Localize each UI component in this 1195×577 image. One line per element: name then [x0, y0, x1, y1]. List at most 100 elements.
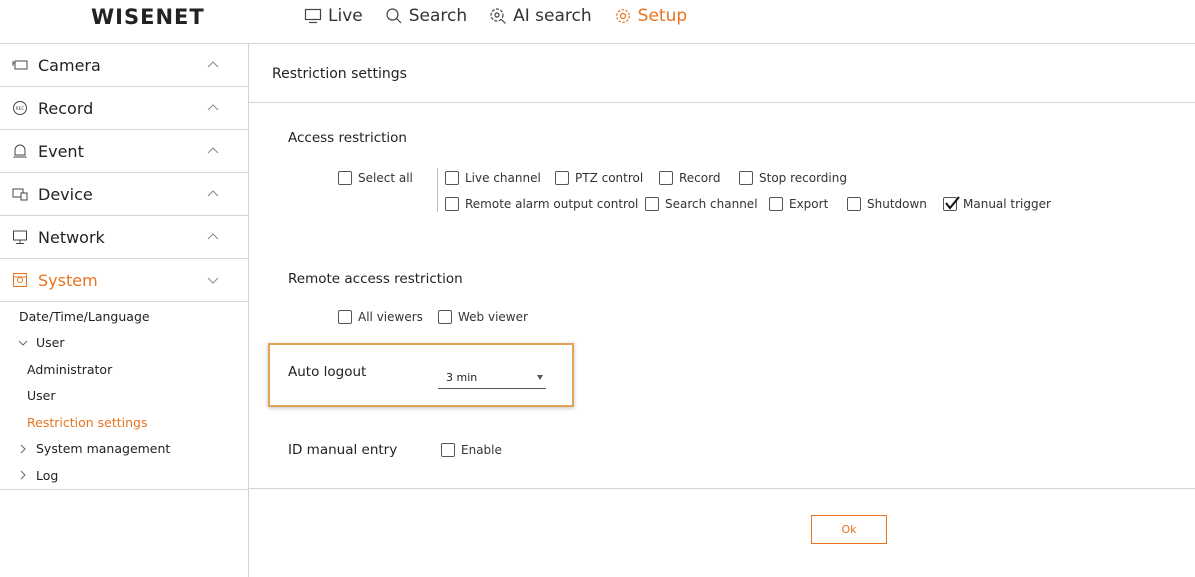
- auto-logout-value: 3 min: [446, 371, 478, 384]
- title-divider: [249, 102, 1195, 103]
- checkbox-box: [555, 171, 569, 185]
- checkbox-box: [338, 310, 352, 324]
- ptz-control-checkbox[interactable]: PTZ control: [555, 171, 643, 185]
- camera-icon: [12, 60, 28, 70]
- main-nav: Live Search AI search Setup: [304, 6, 687, 26]
- nav-search-label: Search: [408, 6, 468, 26]
- monitor-icon: [304, 8, 322, 24]
- checkbox-box: [445, 171, 459, 185]
- sidebar-item-camera[interactable]: Camera: [0, 44, 248, 87]
- sidebar-item-label: Device: [38, 184, 93, 204]
- search-channel-checkbox[interactable]: Search channel: [645, 197, 758, 211]
- sidebar-sub-label: Log: [36, 467, 59, 483]
- sidebar-sub-date-time-language[interactable]: Date/Time/Language: [0, 303, 248, 330]
- system-submenu: Date/Time/Language User Administrator Us…: [0, 302, 248, 489]
- bell-icon: [13, 144, 27, 158]
- checkbox-box: [659, 171, 673, 185]
- id-manual-enable-checkbox[interactable]: Enable: [441, 443, 502, 457]
- rec-icon: REC: [13, 101, 27, 115]
- export-checkbox[interactable]: Export: [769, 197, 828, 211]
- checkbox-label: Stop recording: [759, 171, 847, 185]
- remote-alarm-output-checkbox[interactable]: Remote alarm output control: [445, 197, 638, 211]
- checkbox-label: Web viewer: [458, 310, 528, 324]
- sidebar-item-event[interactable]: Event: [0, 130, 248, 173]
- checkbox-box: [769, 197, 783, 211]
- chevron-right-icon: [20, 470, 26, 480]
- wisenet-logo: WISENET: [91, 5, 205, 29]
- chevron-up-icon: [207, 190, 219, 197]
- nav-live[interactable]: Live: [304, 6, 363, 26]
- nav-setup-label: Setup: [637, 6, 688, 26]
- sidebar-sub-administrator[interactable]: Administrator: [0, 356, 248, 383]
- sidebar-sub-system-management[interactable]: System management: [0, 436, 248, 463]
- sidebar-sub-label: System management: [36, 441, 171, 457]
- checkbox-box: [338, 171, 352, 185]
- chevron-up-icon: [207, 147, 219, 154]
- checkbox-box: [739, 171, 753, 185]
- checkbox-label: Manual trigger: [963, 197, 1051, 211]
- chevron-down-icon: [207, 277, 219, 284]
- web-viewer-checkbox[interactable]: Web viewer: [438, 310, 528, 324]
- sidebar-sub-label: Administrator: [27, 361, 113, 377]
- sidebar: Camera REC Record Event Device Network S…: [0, 44, 249, 577]
- access-restriction-label: Access restriction: [288, 130, 407, 146]
- svg-text:REC: REC: [15, 106, 24, 112]
- sidebar-item-network[interactable]: Network: [0, 216, 248, 259]
- id-manual-entry-label: ID manual entry: [288, 442, 398, 458]
- shutdown-checkbox[interactable]: Shutdown: [847, 197, 927, 211]
- sidebar-sub-log[interactable]: Log: [0, 462, 248, 489]
- all-viewers-checkbox[interactable]: All viewers: [338, 310, 423, 324]
- checkbox-group-divider: [437, 168, 438, 212]
- checkbox-label: Enable: [461, 443, 502, 457]
- nav-ai-search[interactable]: AI search: [489, 6, 592, 26]
- footer-divider: [249, 488, 1195, 489]
- checkbox-box: [645, 197, 659, 211]
- dropdown-arrow-icon: [537, 375, 543, 380]
- select-all-checkbox[interactable]: Select all: [338, 171, 413, 185]
- auto-logout-select[interactable]: 3 min: [438, 367, 546, 389]
- checkbox-box: [943, 196, 960, 211]
- sidebar-item-record[interactable]: REC Record: [0, 87, 248, 130]
- nav-ai-search-label: AI search: [513, 6, 592, 26]
- live-channel-checkbox[interactable]: Live channel: [445, 171, 541, 185]
- checkbox-label: All viewers: [358, 310, 423, 324]
- checkbox-label: Search channel: [665, 197, 758, 211]
- main-panel: Restriction settings Access restriction …: [249, 44, 1195, 577]
- checkbox-label: Export: [789, 197, 829, 211]
- sidebar-sub-user-group[interactable]: User: [0, 330, 248, 357]
- sidebar-item-label: System: [38, 270, 98, 290]
- nav-search[interactable]: Search: [385, 6, 467, 26]
- device-icon: [12, 188, 28, 201]
- sidebar-sub-restriction-settings[interactable]: Restriction settings: [0, 409, 248, 436]
- sidebar-sub-label: Restriction settings: [27, 414, 148, 430]
- ai-search-icon: [490, 8, 507, 24]
- sidebar-sub-label: Date/Time/Language: [19, 308, 150, 324]
- sidebar-item-system[interactable]: System: [0, 259, 248, 302]
- manual-trigger-checkbox[interactable]: Manual trigger: [943, 196, 1051, 211]
- checkmark-icon: [945, 196, 960, 210]
- sidebar-divider: [0, 488, 248, 490]
- search-icon: [386, 8, 402, 24]
- network-icon: [13, 230, 27, 244]
- checkbox-label: Live channel: [465, 171, 541, 185]
- ok-button[interactable]: Ok: [811, 515, 887, 544]
- chevron-up-icon: [207, 233, 219, 240]
- system-icon: [13, 273, 27, 287]
- chevron-up-icon: [207, 104, 219, 111]
- sidebar-item-device[interactable]: Device: [0, 173, 248, 216]
- nav-live-label: Live: [328, 6, 363, 26]
- stop-recording-checkbox[interactable]: Stop recording: [739, 171, 847, 185]
- sidebar-sub-label: User: [27, 388, 56, 404]
- gear-icon: [615, 9, 630, 23]
- sidebar-sub-user[interactable]: User: [0, 383, 248, 410]
- chevron-right-icon: [20, 444, 26, 454]
- checkbox-label: Record: [679, 171, 721, 185]
- checkbox-label: PTZ control: [575, 171, 644, 185]
- auto-logout-label: Auto logout: [288, 364, 367, 380]
- record-checkbox[interactable]: Record: [659, 171, 720, 185]
- top-bar: WISENET Live Search AI search Setup: [0, 0, 1195, 44]
- sidebar-item-label: Camera: [38, 55, 101, 75]
- checkbox-box: [441, 443, 455, 457]
- checkbox-label: Remote alarm output control: [465, 197, 639, 211]
- nav-setup[interactable]: Setup: [614, 6, 687, 26]
